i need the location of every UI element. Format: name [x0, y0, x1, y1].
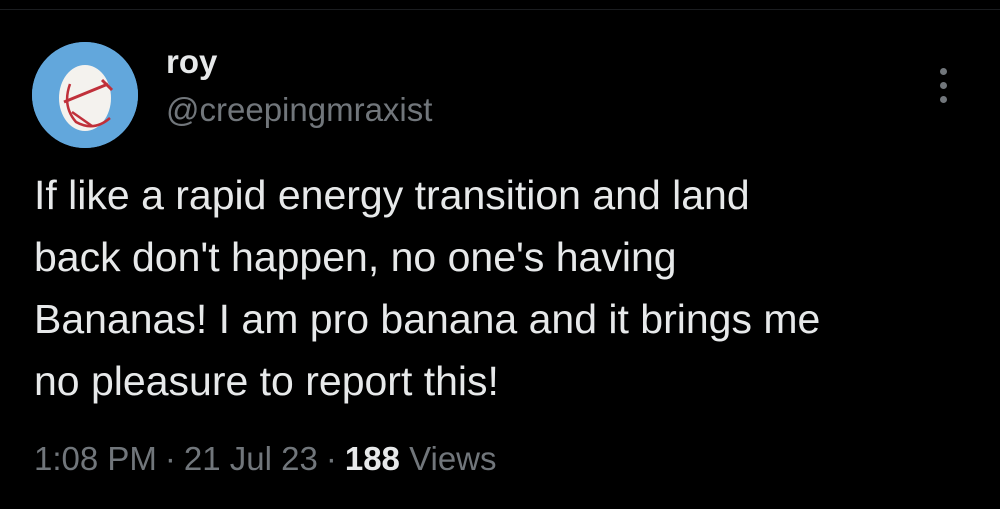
views-count[interactable]: 188 — [345, 440, 400, 477]
tweet-metadata: 1:08 PM · 21 Jul 23 · 188 Views — [34, 436, 497, 482]
avatar[interactable] — [32, 42, 138, 148]
egg-hammer-sickle-icon — [32, 42, 138, 148]
tweet-time[interactable]: 1:08 PM — [34, 440, 157, 477]
top-divider — [0, 0, 1000, 10]
display-name[interactable]: roy — [166, 40, 217, 84]
separator: · — [325, 440, 337, 477]
user-handle[interactable]: @creepingmraxist — [166, 88, 432, 132]
more-vertical-icon-dot — [940, 82, 947, 89]
separator: · — [164, 440, 176, 477]
more-vertical-icon-dot — [940, 96, 947, 103]
tweet-text: If like a rapid energy transition and la… — [34, 172, 821, 404]
views-label[interactable]: Views — [409, 440, 496, 477]
more-options-button[interactable] — [928, 64, 960, 108]
tweet-date[interactable]: 21 Jul 23 — [184, 440, 318, 477]
more-vertical-icon — [940, 68, 947, 75]
